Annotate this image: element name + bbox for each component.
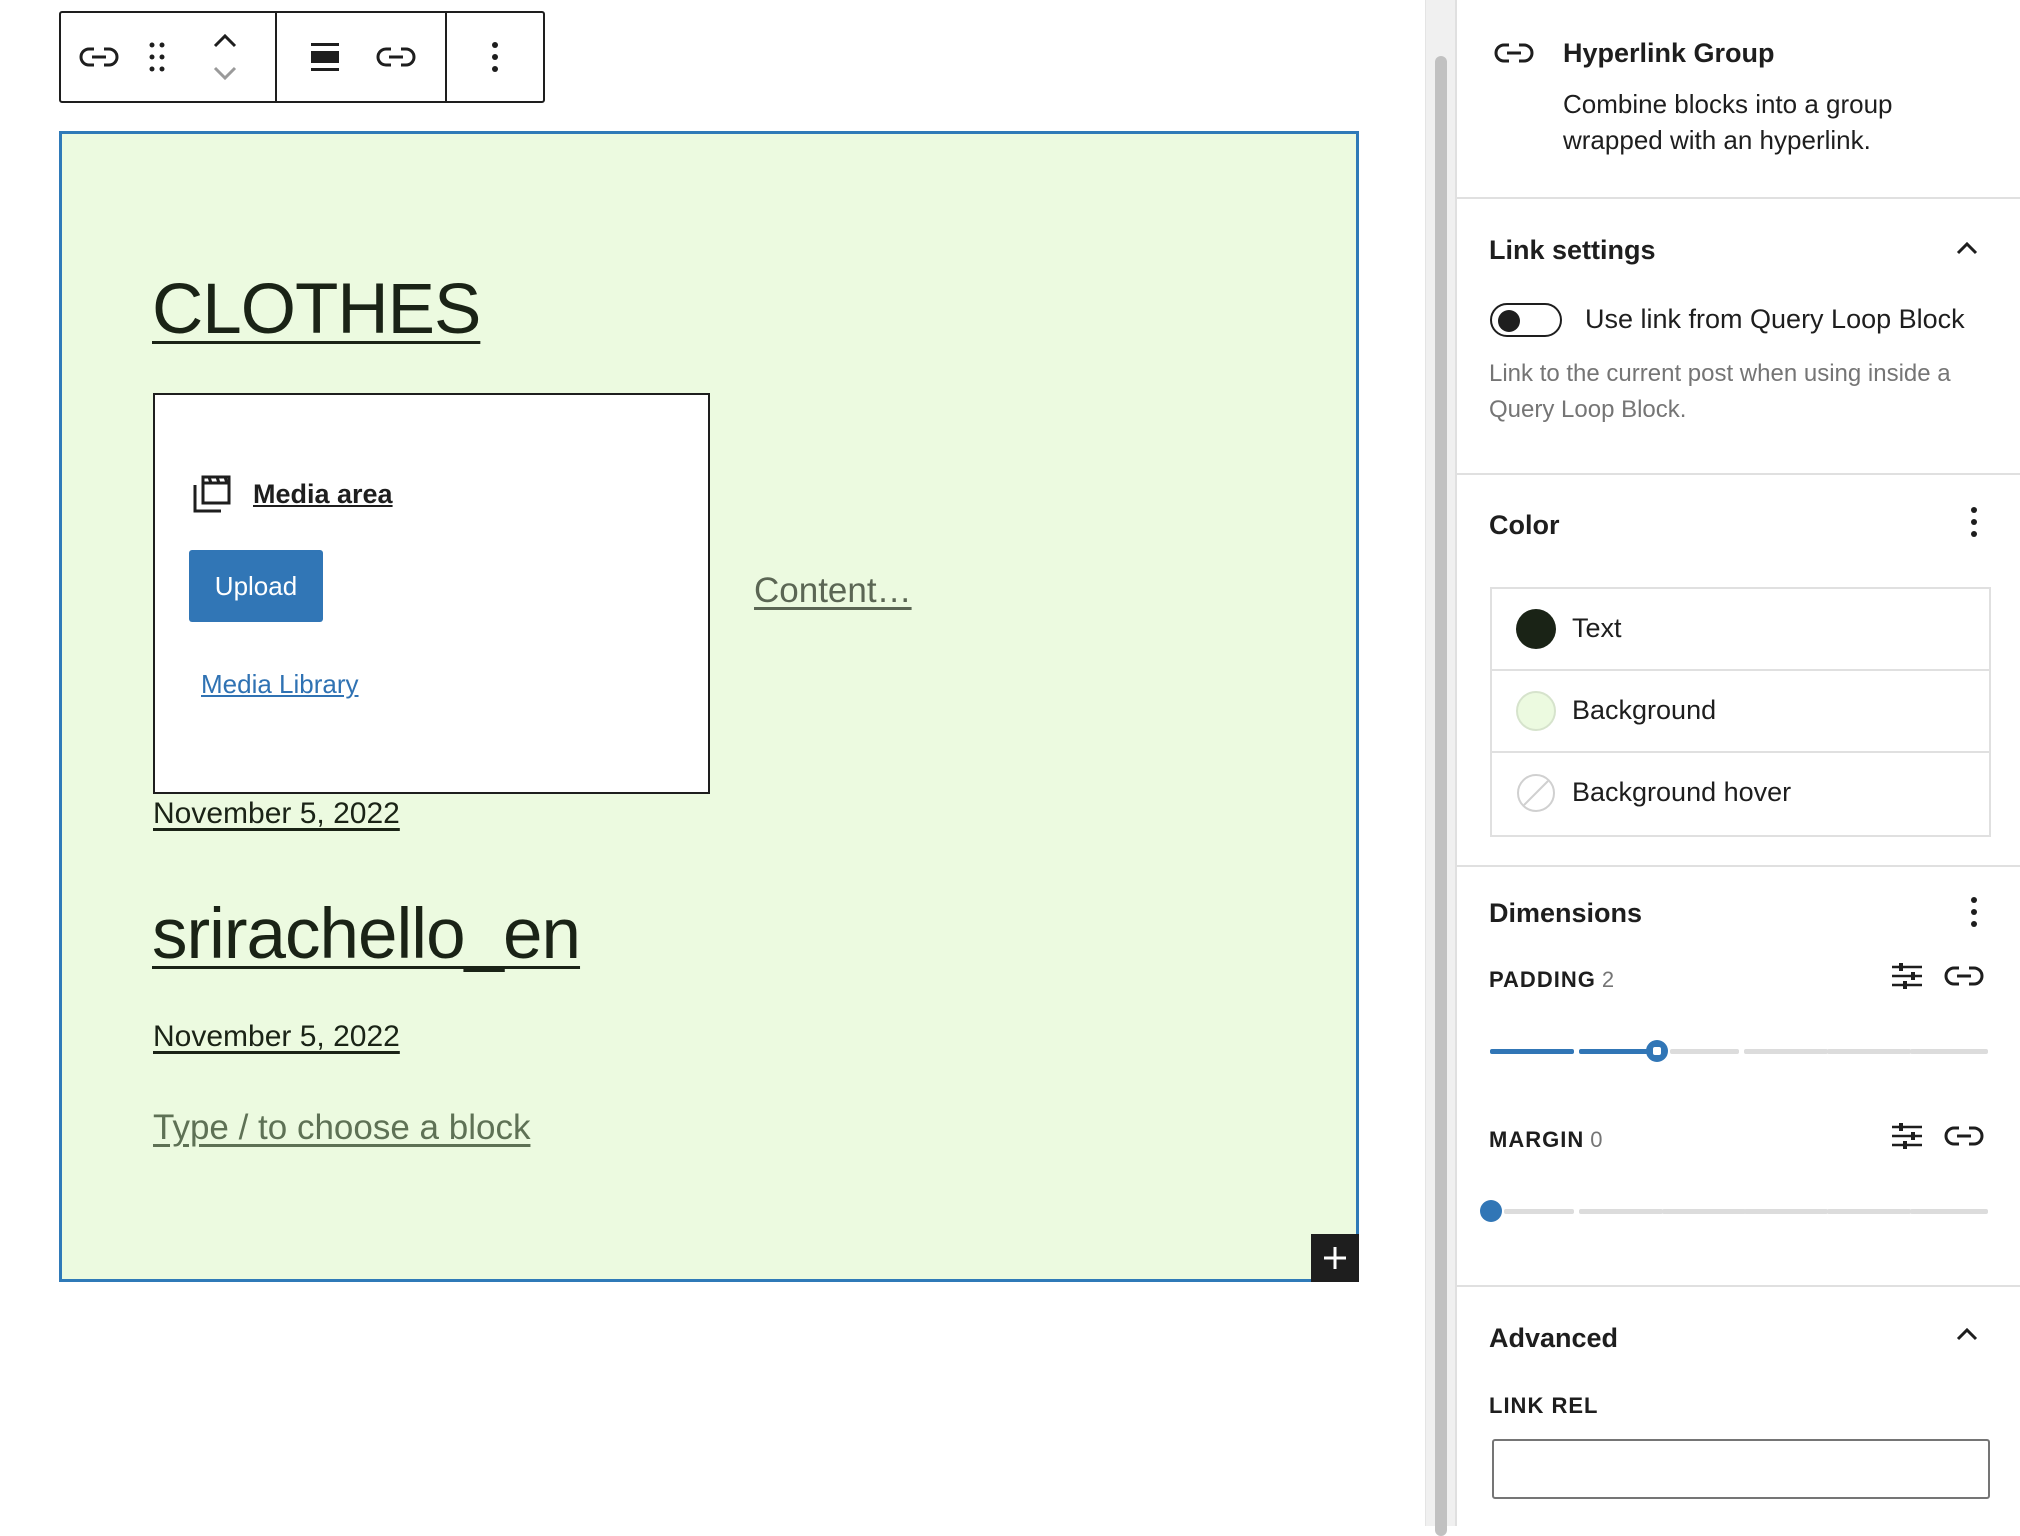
margin-slider[interactable] bbox=[1480, 1199, 1988, 1223]
add-block-button[interactable] bbox=[1311, 1234, 1359, 1282]
toolbar-group-settings bbox=[277, 13, 447, 101]
post-date[interactable]: November 5, 2022 bbox=[153, 1020, 400, 1054]
no-color-swatch-icon bbox=[1517, 774, 1555, 812]
slider-step bbox=[1744, 1049, 1828, 1054]
more-vertical-icon[interactable] bbox=[1970, 895, 1978, 929]
align-button[interactable] bbox=[277, 13, 373, 101]
media-icon bbox=[193, 475, 231, 513]
link-button[interactable] bbox=[373, 13, 419, 101]
color-item-label: Background hover bbox=[1572, 777, 1792, 807]
margin-label-text: MARGIN bbox=[1489, 1127, 1585, 1152]
chevron-up-icon[interactable] bbox=[1954, 1321, 1980, 1347]
text-color-swatch bbox=[1516, 609, 1556, 649]
post-title-clothes[interactable]: CLOTHES bbox=[152, 269, 481, 350]
toggle-help-text: Link to the current post when using insi… bbox=[1489, 360, 1951, 423]
toolbar-group-options bbox=[447, 13, 543, 101]
dimensions-panel: Dimensions PADDING 2 MARGIN 0 bbox=[1457, 867, 2020, 1287]
block-card-description: Combine blocks into a group wrapped with… bbox=[1563, 89, 1893, 155]
block-toolbar bbox=[59, 11, 545, 103]
toggle-knob bbox=[1498, 310, 1520, 332]
link-icon bbox=[1494, 43, 1534, 63]
media-placeholder: Media area Upload Media Library bbox=[153, 393, 710, 794]
padding-label-text: PADDING bbox=[1489, 967, 1596, 992]
margin-value: 0 bbox=[1590, 1127, 1603, 1152]
options-button[interactable] bbox=[447, 13, 543, 101]
slider-step bbox=[1744, 1209, 1828, 1214]
block-card-title: Hyperlink Group bbox=[1563, 38, 1775, 68]
custom-settings-icon[interactable] bbox=[1890, 961, 1924, 991]
settings-sidebar: Hyperlink Group Combine blocks into a gr… bbox=[1455, 0, 2020, 1526]
link-settings-panel: Link settings Use link from Query Loop B… bbox=[1457, 199, 2020, 475]
more-vertical-icon bbox=[492, 42, 498, 72]
advanced-title[interactable]: Advanced bbox=[1489, 1323, 1618, 1354]
padding-slider-thumb[interactable] bbox=[1646, 1040, 1668, 1062]
chevron-down-icon[interactable] bbox=[211, 64, 239, 82]
toggle-label: Use link from Query Loop Block bbox=[1585, 304, 1965, 334]
chevron-up-icon[interactable] bbox=[1954, 235, 1980, 261]
block-appender-placeholder[interactable]: Type / to choose a block bbox=[153, 1108, 530, 1148]
color-item-background[interactable]: Background bbox=[1492, 671, 1989, 753]
media-header: Media area bbox=[191, 473, 393, 515]
slider-step bbox=[1670, 1049, 1739, 1054]
link-icon bbox=[376, 47, 416, 67]
move-controls bbox=[177, 13, 273, 101]
media-library-link[interactable]: Media Library bbox=[201, 669, 359, 700]
chevron-up-icon[interactable] bbox=[211, 32, 239, 50]
slider-step bbox=[1827, 1209, 1911, 1214]
padding-label: PADDING 2 bbox=[1489, 967, 1614, 993]
content-placeholder[interactable]: Content… bbox=[754, 571, 912, 611]
color-title: Color bbox=[1489, 510, 1560, 540]
custom-settings-icon[interactable] bbox=[1890, 1121, 1924, 1151]
dimensions-title: Dimensions bbox=[1489, 898, 1643, 928]
post-date[interactable]: November 5, 2022 bbox=[153, 797, 400, 831]
more-vertical-icon[interactable] bbox=[1970, 505, 1978, 539]
slider-step bbox=[1579, 1049, 1651, 1054]
margin-label: MARGIN 0 bbox=[1489, 1127, 1602, 1153]
drag-icon bbox=[149, 42, 165, 72]
color-panel: Color Text Background Background hover bbox=[1457, 475, 2020, 867]
query-loop-link-toggle[interactable] bbox=[1490, 303, 1562, 337]
color-item-label: Text bbox=[1572, 613, 1622, 643]
padding-slider[interactable] bbox=[1490, 1039, 1988, 1063]
slider-step bbox=[1504, 1209, 1574, 1214]
upload-button[interactable]: Upload bbox=[189, 550, 323, 622]
align-full-icon bbox=[311, 43, 339, 71]
block-type-button[interactable] bbox=[61, 13, 137, 101]
background-color-swatch bbox=[1516, 691, 1556, 731]
margin-slider-thumb[interactable] bbox=[1480, 1200, 1502, 1222]
slider-step bbox=[1910, 1049, 1988, 1054]
link-icon bbox=[79, 47, 119, 67]
link-settings-title[interactable]: Link settings bbox=[1489, 235, 1656, 266]
color-options-list: Text Background Background hover bbox=[1490, 587, 1991, 837]
link-rel-input[interactable] bbox=[1492, 1439, 1990, 1499]
color-item-label: Background bbox=[1572, 695, 1717, 725]
scrollbar-thumb[interactable] bbox=[1435, 56, 1447, 1536]
media-area-title: Media area bbox=[253, 478, 393, 509]
drag-handle[interactable] bbox=[137, 13, 177, 101]
padding-value: 2 bbox=[1601, 967, 1615, 992]
post-title-srirachello[interactable]: srirachello_en bbox=[152, 894, 581, 975]
slider-step bbox=[1662, 1209, 1746, 1214]
block-card: Hyperlink Group Combine blocks into a gr… bbox=[1457, 0, 2020, 199]
link-rel-label: LINK REL bbox=[1489, 1393, 1599, 1418]
color-item-background-hover[interactable]: Background hover bbox=[1492, 753, 1989, 835]
slider-step bbox=[1490, 1049, 1574, 1054]
slider-step bbox=[1910, 1209, 1988, 1214]
slider-step bbox=[1827, 1049, 1911, 1054]
slider-step bbox=[1579, 1209, 1663, 1214]
hyperlink-group-block[interactable]: CLOTHES Media area Upload Media Library … bbox=[59, 131, 1359, 1282]
link-sides-icon[interactable] bbox=[1944, 1123, 1984, 1149]
plus-icon bbox=[1324, 1247, 1346, 1269]
color-item-text[interactable]: Text bbox=[1492, 589, 1989, 671]
toolbar-group-block bbox=[61, 13, 277, 101]
scrollbar[interactable] bbox=[1425, 0, 1455, 1536]
advanced-panel: Advanced LINK REL bbox=[1457, 1287, 2020, 1526]
link-sides-icon[interactable] bbox=[1944, 963, 1984, 989]
